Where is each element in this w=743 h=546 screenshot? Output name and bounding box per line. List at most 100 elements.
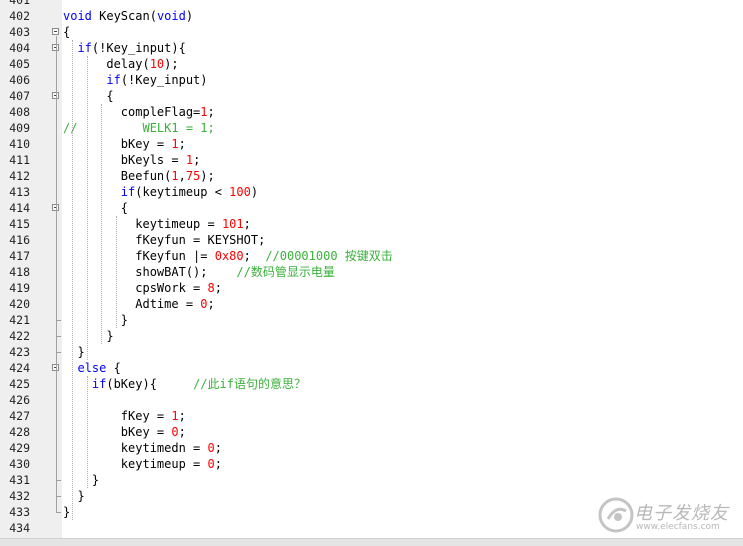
line-number: 421 <box>9 313 30 327</box>
code-text[interactable]: } <box>63 488 84 504</box>
code-token: ; <box>178 409 186 423</box>
line-number: 414 <box>9 201 30 215</box>
code-line[interactable]: 431 } <box>0 472 743 488</box>
code-line[interactable]: 410 bKey = 1; <box>0 136 743 152</box>
code-token: 0 <box>207 457 215 471</box>
horizontal-scrollbar[interactable] <box>0 538 743 546</box>
code-line[interactable]: 415 keytimeup = 101; <box>0 216 743 232</box>
code-line[interactable]: 411 bKeyls = 1; <box>0 152 743 168</box>
code-line[interactable]: 419 cpsWork = 8; <box>0 280 743 296</box>
line-number: 419 <box>9 281 30 295</box>
code-text[interactable]: } <box>63 328 114 344</box>
code-token: 0 <box>171 425 179 439</box>
code-text[interactable]: bKeyls = 1; <box>63 152 201 168</box>
code-line[interactable]: 401 <box>0 0 743 8</box>
code-line[interactable]: 417 fKeyfun |= 0x80; //00001000 按键双击 <box>0 248 743 264</box>
code-text[interactable]: fKeyfun = KEYSHOT; <box>63 232 265 248</box>
code-line[interactable]: 407 { <box>0 88 743 104</box>
code-text[interactable]: if(keytimeup < 100) <box>63 184 258 200</box>
code-token: 0 <box>200 297 208 311</box>
code-token: //数码管显示电量 <box>236 265 335 279</box>
code-token: } <box>63 505 71 519</box>
code-token: if <box>120 185 136 199</box>
code-line[interactable]: 404 if(!Key_input){ <box>0 40 743 56</box>
code-token: compleFlag= <box>63 105 201 119</box>
code-line[interactable]: 425 if(bKey){ //此if语句的意思？ <box>0 376 743 392</box>
code-text[interactable]: } <box>63 344 85 360</box>
code-token: ; <box>214 457 222 471</box>
code-line[interactable]: 413 if(keytimeup < 100) <box>0 184 743 200</box>
code-line[interactable]: 408 compleFlag=1; <box>0 104 743 120</box>
code-text[interactable]: bKey = 1; <box>63 136 186 152</box>
code-token: 10 <box>149 57 165 71</box>
code-text[interactable]: showBAT(); //数码管显示电量 <box>63 264 335 280</box>
code-token: ; <box>178 425 186 439</box>
code-line[interactable]: 426 <box>0 392 743 408</box>
code-line[interactable]: 424 else { <box>0 360 743 376</box>
code-text[interactable]: if(!Key_input) <box>63 72 208 88</box>
code-line[interactable]: 428 bKey = 0; <box>0 424 743 440</box>
code-line[interactable]: 418 showBAT(); //数码管显示电量 <box>0 264 743 280</box>
code-text[interactable]: fKey = 1; <box>63 408 186 424</box>
code-line[interactable]: 416 fKeyfun = KEYSHOT; <box>0 232 743 248</box>
indent-guide <box>115 216 117 328</box>
code-line[interactable]: 406 if(!Key_input) <box>0 72 743 88</box>
code-text[interactable]: { <box>63 24 70 40</box>
code-line[interactable]: 421 } <box>0 312 743 328</box>
line-number: 420 <box>9 297 30 311</box>
line-number: 402 <box>9 9 30 23</box>
code-token: 1 <box>171 169 179 183</box>
watermark: 电子发烧友 www.elecfans.com <box>596 492 736 538</box>
code-line[interactable]: 402 void KeyScan(void) <box>0 8 743 24</box>
line-number: 403 <box>9 25 30 39</box>
indent-guide <box>72 40 74 520</box>
code-text[interactable]: if(!Key_input){ <box>63 40 185 56</box>
code-text[interactable]: fKeyfun |= 0x80; //00001000 按键双击 <box>63 248 393 264</box>
code-line[interactable]: 422 } <box>0 328 743 344</box>
code-text[interactable]: } <box>63 472 99 488</box>
code-token: ; <box>207 297 215 311</box>
indent-guide <box>101 104 103 344</box>
code-token: //此if语句的意思？ <box>193 377 306 391</box>
code-editor[interactable]: 401 402 void KeyScan(void) 403 {404 if(!Key_… <box>0 0 743 538</box>
code-text[interactable]: } <box>63 504 70 520</box>
code-token: ; <box>243 217 251 231</box>
code-token: (bKey){ <box>106 377 194 391</box>
code-line[interactable]: 414 { <box>0 200 743 216</box>
code-token: if <box>91 377 107 391</box>
line-number: 406 <box>9 73 30 87</box>
code-line[interactable]: 405 delay(10); <box>0 56 743 72</box>
line-number: 425 <box>9 377 30 391</box>
code-text[interactable]: keytimeup = 101; <box>63 216 251 232</box>
code-token: 1 <box>171 409 179 423</box>
code-token: //00001000 按键双击 <box>265 249 393 263</box>
code-token: showBAT(); <box>63 265 237 279</box>
code-token: ); <box>200 169 215 183</box>
line-number: 410 <box>9 137 30 151</box>
code-line[interactable]: 403 { <box>0 24 743 40</box>
code-token: bKey = <box>63 425 172 439</box>
code-text[interactable]: delay(10); <box>63 56 178 72</box>
code-line[interactable]: 430 keytimeup = 0; <box>0 456 743 472</box>
code-token: keytimeup = <box>63 457 208 471</box>
code-token: 1 <box>185 153 194 167</box>
code-line[interactable]: 420 Adtime = 0; <box>0 296 743 312</box>
line-number: 408 <box>9 105 30 119</box>
code-token: { <box>63 25 71 39</box>
code-text[interactable]: void KeyScan(void) <box>63 8 193 24</box>
code-text[interactable]: { <box>63 88 114 104</box>
code-token: } <box>63 345 85 359</box>
code-text[interactable]: bKey = 0; <box>63 424 186 440</box>
code-line[interactable]: 409// WELK1 = 1; <box>0 120 743 136</box>
line-number: 415 <box>9 217 30 231</box>
code-token: { <box>63 89 114 103</box>
code-token: } <box>63 329 114 343</box>
line-number: 434 <box>9 521 30 535</box>
code-token: (!Key_input) <box>120 73 208 87</box>
code-line[interactable]: 412 Beefun(1,75); <box>0 168 743 184</box>
line-number: 407 <box>9 89 30 103</box>
code-line[interactable]: 427 fKey = 1; <box>0 408 743 424</box>
code-line[interactable]: 423 } <box>0 344 743 360</box>
code-text[interactable]: if(bKey){ //此if语句的意思？ <box>63 376 306 392</box>
code-line[interactable]: 429 keytimedn = 0; <box>0 440 743 456</box>
